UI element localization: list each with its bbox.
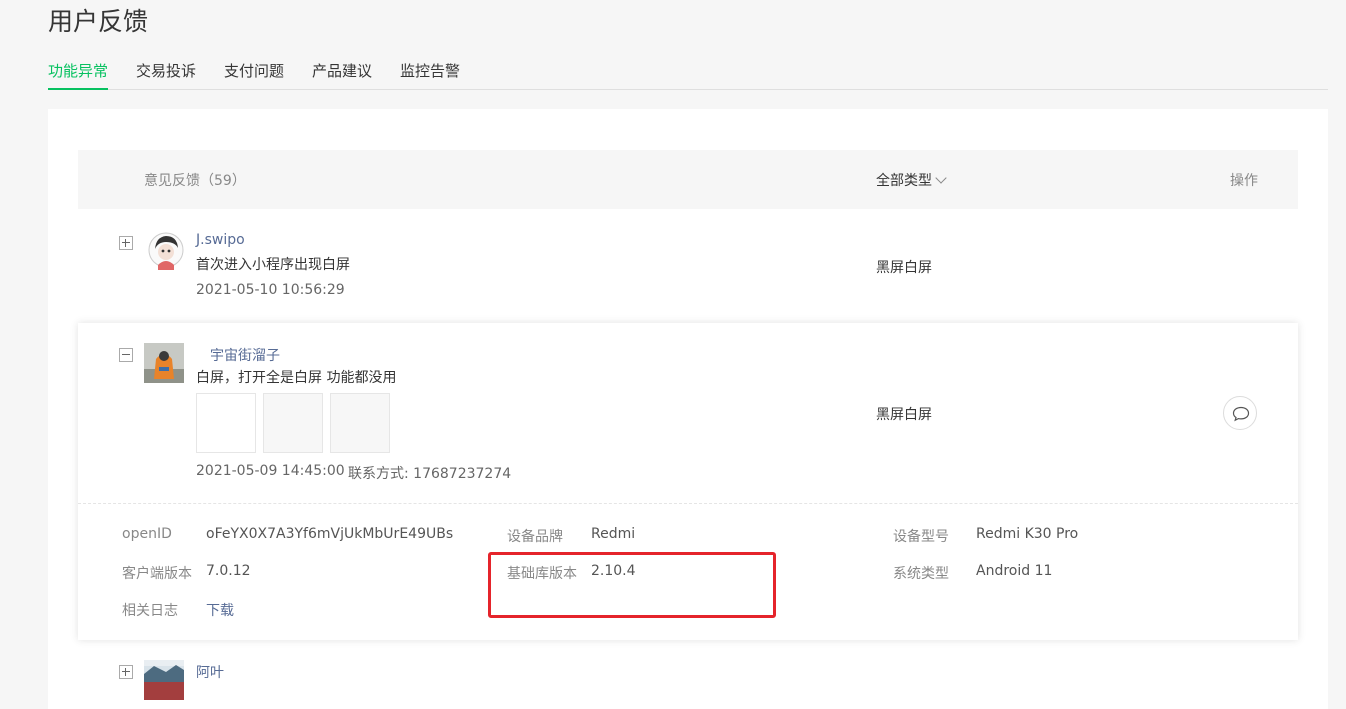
download-log-link[interactable]: 下载	[206, 600, 234, 620]
tab-trade-complaint[interactable]: 交易投诉	[136, 59, 196, 88]
type-filter-label: 全部类型	[876, 173, 932, 189]
related-log-label: 相关日志	[122, 603, 178, 619]
user-nickname[interactable]: 宇宙街溜子	[210, 345, 280, 365]
feedback-content: 首次进入小程序出现白屏	[196, 257, 350, 273]
openid-label: openID	[122, 526, 172, 542]
feedback-image-thumbnail[interactable]	[330, 393, 390, 453]
tab-product-suggestion[interactable]: 产品建议	[312, 59, 372, 88]
avatar	[146, 230, 186, 270]
feedback-content: 白屏，打开全是白屏 功能都没用	[196, 370, 397, 386]
tab-function-error[interactable]: 功能异常	[48, 59, 109, 90]
feedback-type: 黑屏白屏	[876, 407, 932, 423]
device-brand-label: 设备品牌	[507, 529, 563, 545]
contact-info: 联系方式: 17687237274	[348, 466, 512, 482]
tab-monitor-alert[interactable]: 监控告警	[400, 59, 460, 88]
avatar	[144, 660, 184, 700]
client-version-value: 7.0.12	[206, 563, 251, 579]
reply-button[interactable]	[1223, 396, 1257, 430]
plus-square-icon[interactable]	[119, 236, 133, 250]
chevron-down-icon	[935, 172, 947, 184]
feedback-card: 意见反馈（59） 全部类型 操作 J.swipo 首次进入小程序出现白屏 202…	[48, 109, 1328, 709]
tab-payment-issue[interactable]: 支付问题	[224, 59, 284, 88]
feedback-time: 2021-05-10 10:56:29	[196, 282, 345, 298]
table-header: 意见反馈（59） 全部类型 操作	[78, 150, 1298, 209]
feedback-type: 黑屏白屏	[876, 260, 932, 276]
os-type-value: Android 11	[976, 563, 1053, 579]
divider	[78, 503, 1298, 504]
feedback-count-header: 意见反馈（59）	[144, 173, 246, 189]
avatar	[144, 343, 184, 383]
actions-header: 操作	[1230, 173, 1258, 189]
comment-icon	[1232, 406, 1250, 422]
page-title: 用户反馈	[48, 7, 149, 36]
type-filter-dropdown[interactable]: 全部类型	[876, 170, 947, 190]
tab-bar: 功能异常 交易投诉 支付问题 产品建议 监控告警	[48, 59, 1328, 90]
client-version-label: 客户端版本	[122, 566, 192, 582]
user-nickname[interactable]: J.swipo	[196, 232, 245, 248]
feedback-image-thumbnail[interactable]	[196, 393, 256, 453]
table-row: J.swipo 首次进入小程序出现白屏 2021-05-10 10:56:29 …	[78, 209, 1298, 323]
device-brand-value: Redmi	[591, 526, 636, 542]
table-row: 阿叶	[78, 640, 1298, 709]
device-model-label: 设备型号	[893, 529, 949, 545]
openid-value: oFeYX0X7A3Yf6mVjUkMbUrE49UBs	[206, 526, 454, 542]
os-type-label: 系统类型	[893, 566, 949, 582]
feedback-time: 2021-05-09 14:45:00	[196, 463, 345, 479]
feedback-image-thumbnail[interactable]	[263, 393, 323, 453]
plus-square-icon[interactable]	[119, 665, 133, 679]
minus-square-icon[interactable]	[119, 348, 133, 362]
user-nickname[interactable]: 阿叶	[196, 662, 224, 682]
device-model-value: Redmi K30 Pro	[976, 526, 1079, 542]
table-row-expanded: 宇宙街溜子 白屏，打开全是白屏 功能都没用 2021-05-09 14:45:0…	[78, 323, 1298, 640]
highlight-box	[488, 552, 776, 618]
